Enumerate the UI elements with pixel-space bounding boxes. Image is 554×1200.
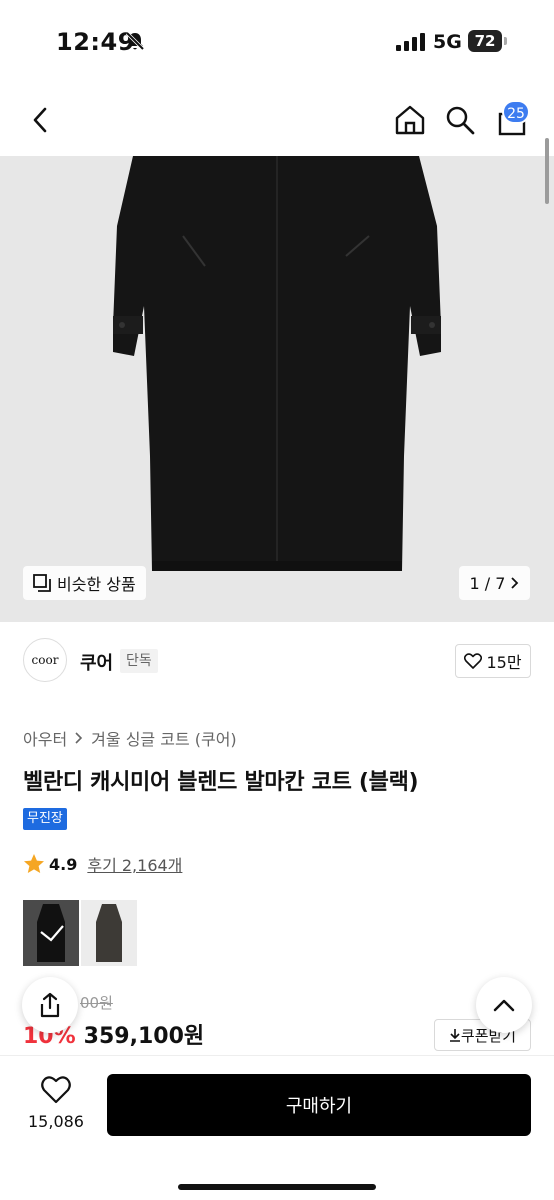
bell-muted-icon xyxy=(125,31,145,51)
back-button[interactable] xyxy=(22,102,58,138)
product-image[interactable]: 비슷한 상품 1 / 7 xyxy=(0,156,554,622)
brand-like-count: 15만 xyxy=(486,653,522,672)
image-pager[interactable]: 1 / 7 xyxy=(459,566,530,600)
home-button[interactable] xyxy=(392,102,428,138)
original-price: 00원 xyxy=(80,994,113,1012)
similar-icon xyxy=(33,574,51,592)
coat-thumbnail xyxy=(37,904,65,962)
rating-value: 4.9 xyxy=(49,854,78,874)
signal-icon xyxy=(396,33,425,51)
sale-price: 359,100원 xyxy=(83,1024,205,1049)
chevron-left-icon xyxy=(33,107,47,133)
breadcrumb-item[interactable]: 아우터 xyxy=(23,726,67,750)
bottom-bar: 15,086 구매하기 xyxy=(0,1055,554,1200)
network-label: 5G xyxy=(433,31,462,53)
swatch-black[interactable] xyxy=(23,900,79,966)
exclusive-tag: 단독 xyxy=(120,649,158,673)
brand-row: coor 쿠어 단독 15만 xyxy=(23,638,531,686)
heart-icon xyxy=(41,1076,71,1104)
share-button[interactable] xyxy=(22,977,78,1033)
page-indicator: 1 / 7 xyxy=(469,573,506,593)
status-bar: 12:49 5G 72 xyxy=(0,0,554,84)
search-icon xyxy=(446,106,475,135)
buy-button[interactable]: 구매하기 xyxy=(107,1074,531,1136)
wish-count: 15,086 xyxy=(28,1112,84,1131)
brand-like-button[interactable]: 15만 xyxy=(455,644,531,678)
breadcrumb: 아우터 겨울 싱글 코트 (쿠어) xyxy=(23,726,237,750)
swatch-gray[interactable] xyxy=(81,900,137,966)
similar-products-button[interactable]: 비슷한 상품 xyxy=(23,566,146,600)
reviews-link[interactable]: 후기 2,164개 xyxy=(87,852,182,876)
download-icon xyxy=(449,1029,460,1042)
breadcrumb-item[interactable]: 겨울 싱글 코트 (쿠어) xyxy=(91,726,237,750)
home-icon xyxy=(395,105,425,135)
brand-logo[interactable]: coor xyxy=(23,638,67,682)
color-swatches xyxy=(23,900,137,966)
coat-thumbnail xyxy=(96,904,122,962)
top-nav xyxy=(0,84,554,156)
product-title: 벨란디 캐시미어 블렌드 발마칸 코트 (블랙) xyxy=(23,770,419,795)
rating-row: 4.9 후기 2,164개 xyxy=(23,852,182,876)
chevron-right-icon xyxy=(511,577,519,589)
heart-icon xyxy=(464,653,483,669)
cart-count-badge: 25 xyxy=(502,100,530,124)
brand-name[interactable]: 쿠어 xyxy=(80,649,113,675)
search-button[interactable] xyxy=(442,102,478,138)
chevron-right-icon xyxy=(75,732,83,744)
scrollbar[interactable] xyxy=(545,138,549,204)
star-icon xyxy=(24,854,44,873)
share-icon xyxy=(40,992,60,1018)
similar-products-label: 비슷한 상품 xyxy=(57,575,136,594)
battery-level: 72 xyxy=(468,30,502,52)
chevron-up-icon xyxy=(493,999,515,1012)
coat-photo xyxy=(0,156,554,622)
home-indicator[interactable] xyxy=(178,1184,376,1190)
battery-icon: 72 xyxy=(468,30,508,52)
wish-button[interactable]: 15,086 xyxy=(25,1076,87,1131)
shipping-badge: 무진장 xyxy=(23,808,67,830)
scroll-top-button[interactable] xyxy=(476,977,532,1033)
